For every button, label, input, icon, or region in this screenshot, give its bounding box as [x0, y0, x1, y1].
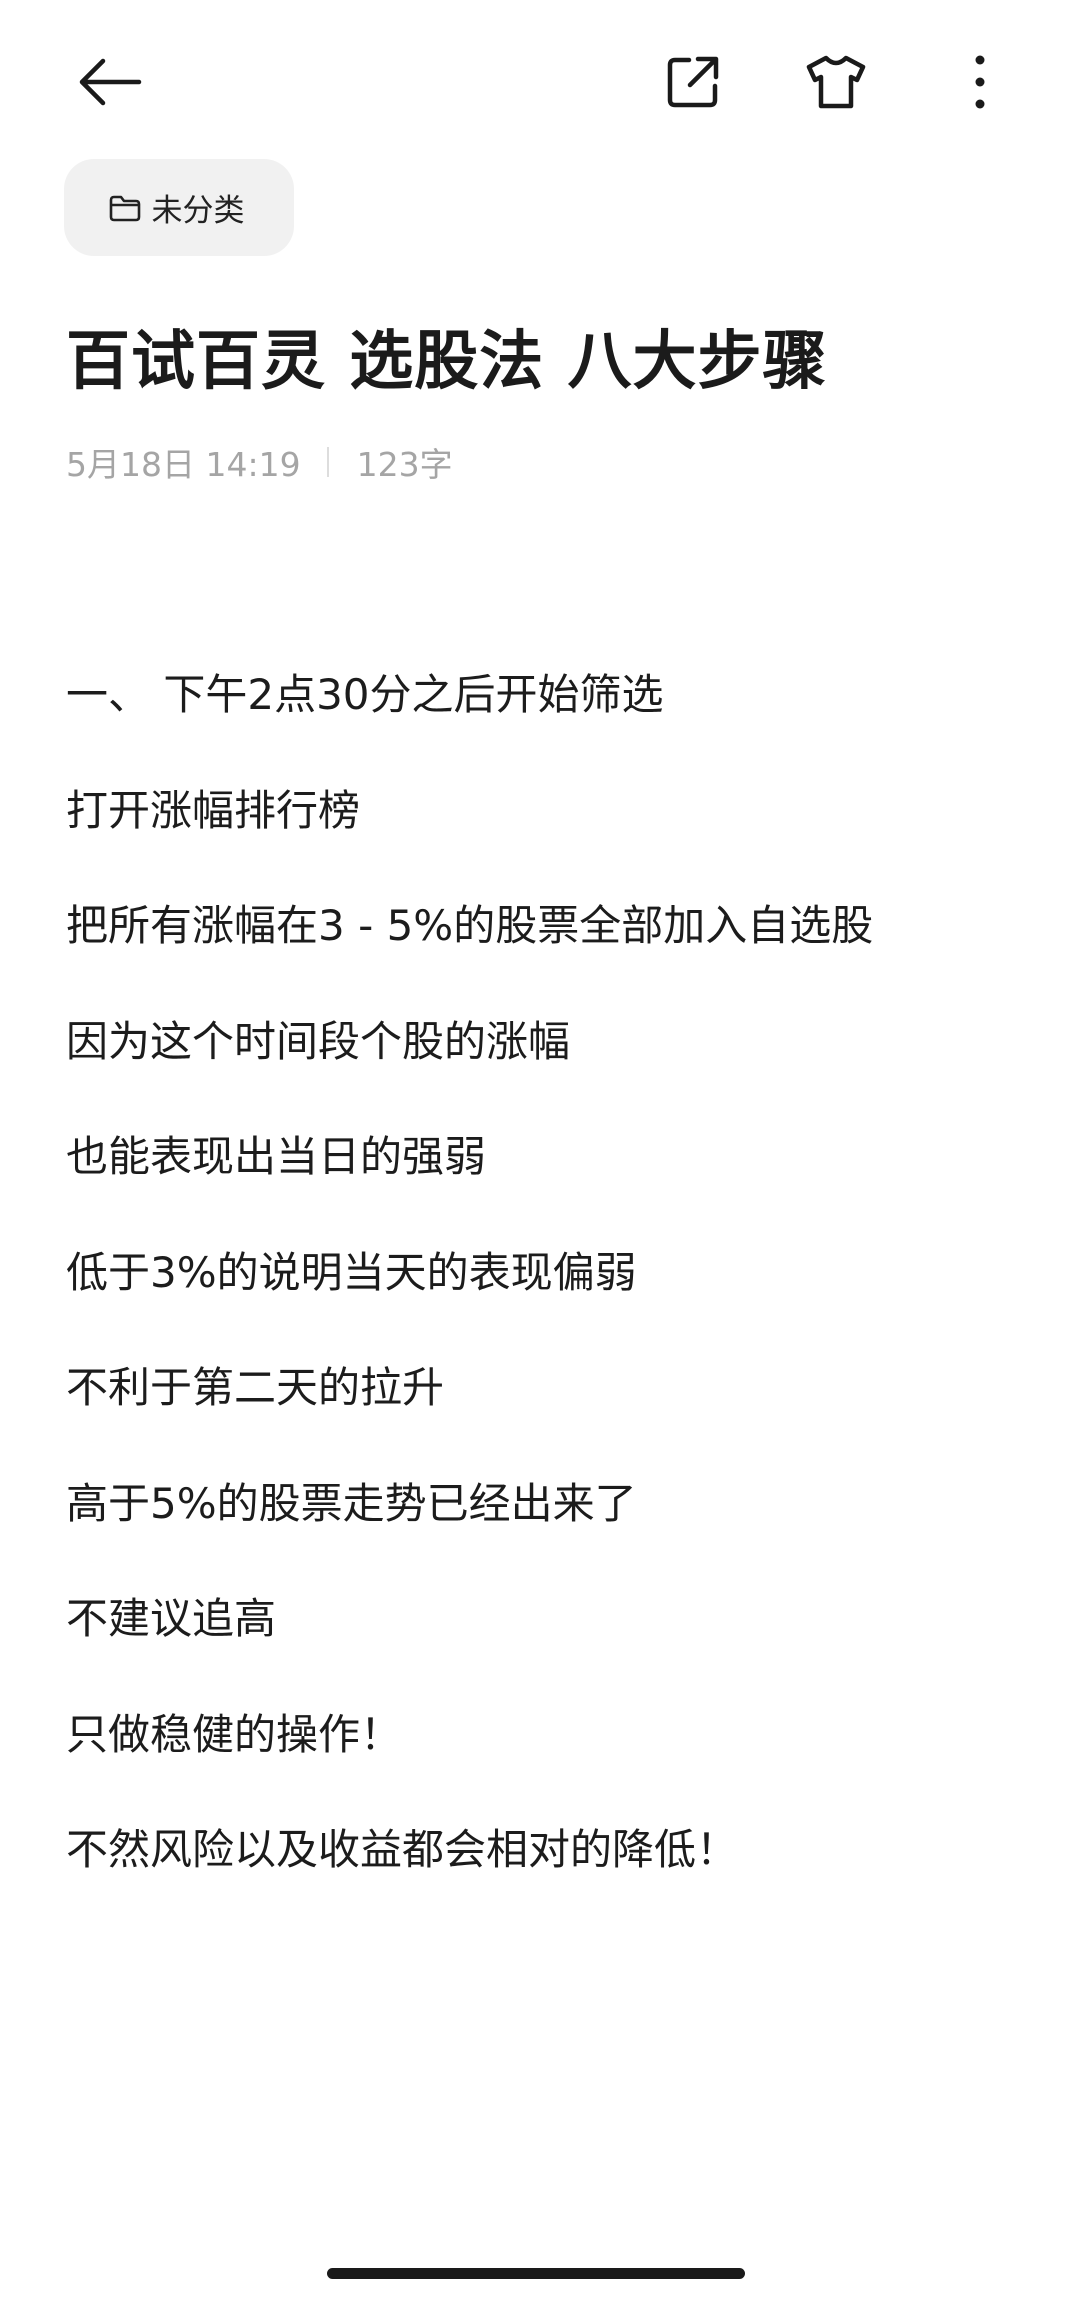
word-count: 123字	[356, 445, 453, 484]
note-line[interactable]: 不建议追高	[66, 1589, 1026, 1705]
tshirt-icon	[806, 55, 866, 109]
share-button[interactable]	[645, 34, 741, 130]
meta-divider	[326, 447, 329, 477]
folder-chip[interactable]: 未分类	[64, 159, 294, 256]
folder-label: 未分类	[151, 193, 245, 229]
more-options-button[interactable]	[932, 34, 1028, 130]
note-line[interactable]: 只做稳健的操作！	[66, 1705, 1026, 1821]
note-body[interactable]: 一、 下午2点30分之后开始筛选 打开涨幅排行榜 把所有涨幅在3 - 5%的股票…	[66, 665, 1026, 1936]
note-line[interactable]: 高于5%的股票走势已经出来了	[66, 1474, 1026, 1590]
note-line[interactable]: 把所有涨幅在3 - 5%的股票全部加入自选股	[66, 896, 1026, 1012]
back-button[interactable]	[62, 34, 158, 130]
note-line[interactable]: 打开涨幅排行榜	[66, 781, 1026, 897]
top-toolbar	[0, 0, 1080, 165]
folder-icon	[108, 193, 142, 223]
note-line[interactable]: 一、 下午2点30分之后开始筛选	[66, 665, 1026, 781]
note-line[interactable]: 也能表现出当日的强弱	[66, 1127, 1026, 1243]
theme-button[interactable]	[788, 34, 884, 130]
note-date: 5月18日 14:19	[66, 445, 301, 484]
note-line[interactable]: 因为这个时间段个股的涨幅	[66, 1012, 1026, 1128]
note-line[interactable]: 不然风险以及收益都会相对的降低！	[66, 1820, 1026, 1936]
back-arrow-icon	[79, 58, 142, 106]
note-title[interactable]: 百试百灵 选股法 八大步骤	[66, 310, 828, 402]
home-indicator[interactable]	[327, 2268, 745, 2279]
note-meta: 5月18日 14:19 123字	[66, 438, 453, 486]
note-line[interactable]: 不利于第二天的拉升	[66, 1358, 1026, 1474]
more-vertical-icon	[975, 55, 985, 109]
share-icon	[667, 56, 719, 108]
note-line[interactable]: 低于3%的说明当天的表现偏弱	[66, 1243, 1026, 1359]
